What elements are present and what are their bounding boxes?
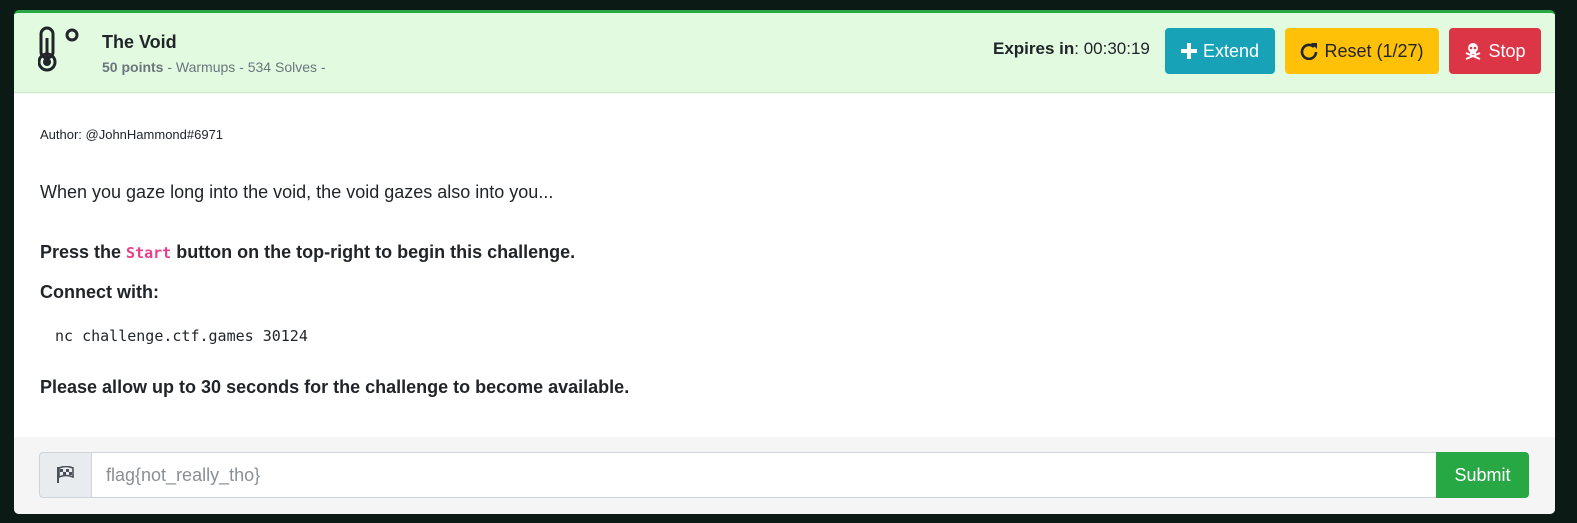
start-instruction-prefix: Press the: [40, 242, 127, 262]
connect-label: Connect with:: [40, 282, 159, 302]
start-instruction: Press the Start button on the top-right …: [40, 242, 575, 263]
plus-icon: [1180, 43, 1197, 59]
reset-label: Reset (1/27): [1324, 40, 1424, 61]
expiry-value: : 00:30:19: [1074, 39, 1150, 58]
skull-crossbones-icon: [1466, 43, 1481, 60]
extend-label: Extend: [1202, 40, 1260, 61]
challenge-title: The Void: [102, 32, 177, 52]
challenge-meta: 50 points - Warmups - 534 Solves -: [102, 59, 326, 75]
stop-button[interactable]: Stop: [1449, 28, 1541, 74]
flag-addon: [39, 452, 91, 498]
availability-notice: Please allow up to 30 seconds for the ch…: [40, 377, 630, 397]
flag-submission-bar: Submit: [14, 437, 1555, 514]
reset-button[interactable]: Reset (1/27): [1285, 28, 1439, 74]
checkered-flag-icon: [56, 466, 74, 483]
thermometer-icon: [38, 26, 79, 72]
challenge-card: The Void 50 points - Warmups - 534 Solve…: [14, 10, 1555, 514]
challenge-author: Author: @JohnHammond#6971: [40, 127, 224, 142]
challenge-category-solves: - Warmups - 534 Solves -: [163, 59, 326, 75]
expiry-label: Expires in: [993, 39, 1075, 58]
stop-label: Stop: [1488, 40, 1526, 61]
start-code: Start: [126, 244, 172, 262]
extend-button[interactable]: Extend: [1165, 28, 1275, 74]
challenge-points: 50 points: [102, 59, 164, 75]
flag-input[interactable]: [91, 452, 1437, 498]
expiry-timer: Expires in: 00:30:19: [993, 39, 1150, 59]
submit-button[interactable]: Submit: [1436, 452, 1529, 498]
connect-command: nc challenge.ctf.games 30124: [55, 327, 308, 345]
challenge-header: The Void 50 points - Warmups - 534 Solve…: [14, 13, 1555, 93]
redo-icon: [1301, 43, 1318, 60]
challenge-text: When you gaze long into the void, the vo…: [40, 182, 554, 202]
start-instruction-suffix: button on the top-right to begin this ch…: [171, 242, 576, 262]
